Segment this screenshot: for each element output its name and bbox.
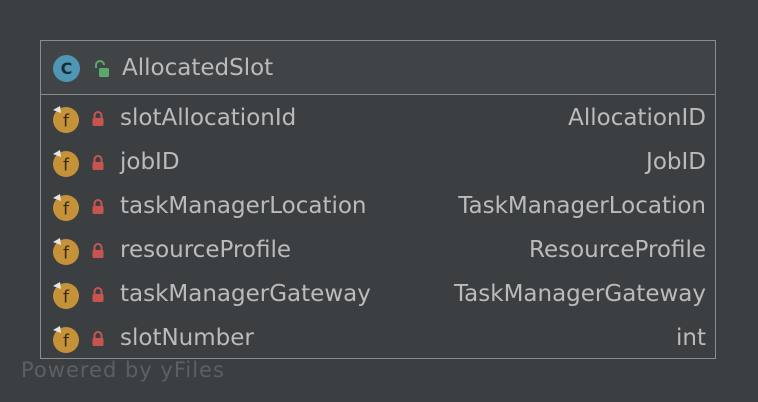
unlocked-icon: [95, 60, 109, 77]
field-type: AllocationID: [568, 105, 706, 131]
field-name: taskManagerGateway: [120, 281, 371, 307]
field-name: taskManagerLocation: [120, 193, 367, 219]
lock-icon: [92, 199, 104, 214]
field-row[interactable]: f slotNumber int: [41, 316, 715, 360]
field-icon: f: [53, 326, 79, 353]
field-name: jobID: [120, 149, 180, 175]
svg-text:f: f: [63, 112, 70, 132]
field-type: TaskManagerGateway: [453, 281, 706, 307]
lock-icon: [92, 287, 104, 302]
field-icon: f: [53, 150, 79, 177]
watermark: Powered by yFiles: [21, 358, 225, 382]
field-name: slotAllocationId: [120, 105, 297, 131]
class-header: C AllocatedSlot: [41, 41, 715, 95]
svg-text:f: f: [63, 200, 70, 220]
svg-text:f: f: [63, 288, 70, 308]
field-type: TaskManagerLocation: [458, 193, 706, 219]
diagram-canvas: C AllocatedSlot f slotAllocationId Allocat…: [0, 0, 758, 402]
field-name: resourceProfile: [120, 237, 291, 263]
svg-text:f: f: [63, 332, 70, 352]
field-icon: f: [53, 282, 79, 309]
class-node[interactable]: C AllocatedSlot f slotAllocationId Allocat…: [40, 40, 716, 359]
svg-text:f: f: [63, 156, 70, 176]
field-row[interactable]: f resourceProfile ResourceProfile: [41, 228, 715, 272]
class-name: AllocatedSlot: [122, 55, 274, 81]
field-type: int: [676, 325, 706, 351]
field-icon: f: [53, 238, 79, 265]
lock-icon: [92, 155, 104, 170]
field-row[interactable]: f taskManagerGateway TaskManagerGateway: [41, 272, 715, 316]
field-row[interactable]: f slotAllocationId AllocationID: [41, 96, 715, 140]
field-icon: f: [53, 194, 79, 221]
field-row[interactable]: f jobID JobID: [41, 140, 715, 184]
field-type: ResourceProfile: [529, 237, 706, 263]
field-type: JobID: [646, 149, 706, 175]
field-name: slotNumber: [120, 325, 254, 351]
class-icon: C: [53, 55, 80, 82]
lock-icon: [92, 111, 104, 126]
lock-icon: [92, 331, 104, 346]
field-icon: f: [53, 106, 79, 133]
field-row[interactable]: f taskManagerLocation TaskManagerLocation: [41, 184, 715, 228]
lock-icon: [92, 243, 104, 258]
svg-text:f: f: [63, 244, 70, 264]
